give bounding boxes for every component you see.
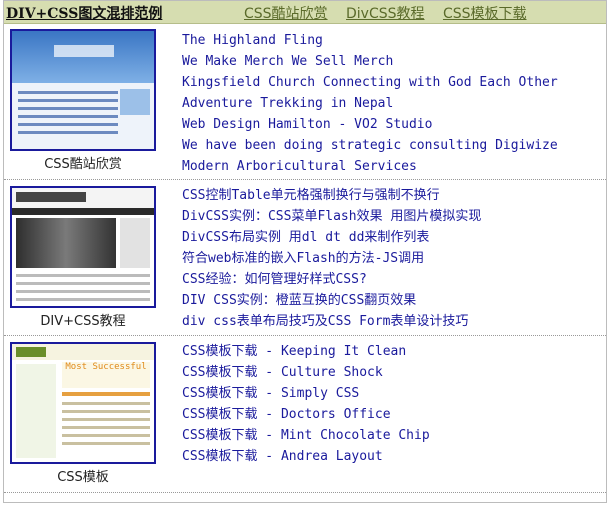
section-divcss-tutorial: DIV+CSS教程 CSS控制Table单元格强制换行与强制不换行 DivCSS… (4, 180, 606, 336)
link-list: CSS控制Table单元格强制换行与强制不换行 DivCSS实例：CSS菜单Fl… (182, 185, 481, 332)
site-title[interactable]: DIV+CSS图文混排范例 (6, 3, 162, 23)
thumb-caption[interactable]: DIV+CSS教程 (10, 310, 156, 329)
article-link[interactable]: CSS模板下载 - Keeping It Clean (182, 344, 406, 359)
article-link[interactable]: Adventure Trekking in Nepal (182, 96, 393, 111)
article-link[interactable]: CSS模板下载 - Simply CSS (182, 386, 359, 401)
link-list: CSS模板下载 - Keeping It Clean CSS模板下载 - Cul… (182, 341, 430, 467)
link-list: The Highland Fling We Make Merch We Sell… (182, 30, 558, 177)
article-link[interactable]: Modern Arboricultural Services (182, 159, 417, 174)
article-link[interactable]: CSS模板下载 - Doctors Office (182, 407, 391, 422)
thumb-box: Most Successful CSS模板 (10, 342, 156, 485)
article-link[interactable]: We have been doing strategic consulting … (182, 138, 558, 153)
list-item: DIV CSS实例：橙蓝互换的CSS翻页效果 (182, 290, 481, 311)
list-item: CSS控制Table单元格强制换行与强制不换行 (182, 185, 481, 206)
list-item: Modern Arboricultural Services (182, 156, 558, 177)
article-link[interactable]: Kingsfield Church Connecting with God Ea… (182, 75, 558, 90)
article-link[interactable]: The Highland Fling (182, 33, 323, 48)
top-nav: CSS酷站欣赏 DivCSS教程 CSS模板下载 (244, 3, 537, 23)
list-item: We Make Merch We Sell Merch (182, 51, 558, 72)
article-link[interactable]: CSS模板下载 - Culture Shock (182, 365, 383, 380)
list-item: CSS模板下载 - Keeping It Clean (182, 341, 430, 362)
article-link[interactable]: 符合web标准的嵌入Flash的方法-JS调用 (182, 251, 424, 266)
header-bar: DIV+CSS图文混排范例 CSS酷站欣赏 DivCSS教程 CSS模板下载 (4, 1, 606, 24)
list-item: 符合web标准的嵌入Flash的方法-JS调用 (182, 248, 481, 269)
thumbnail-css-templates[interactable]: Most Successful (10, 342, 156, 464)
article-link[interactable]: CSS模板下载 - Andrea Layout (182, 449, 383, 464)
list-item: CSS模板下载 - Andrea Layout (182, 446, 430, 467)
article-link[interactable]: div css表单布局技巧及CSS Form表单设计技巧 (182, 314, 468, 329)
list-item: Web Design Hamilton - VO2 Studio (182, 114, 558, 135)
list-item: CSS模板下载 - Mint Chocolate Chip (182, 425, 430, 446)
list-item: CSS模板下载 - Simply CSS (182, 383, 430, 404)
thumbnail-css-showcase[interactable] (10, 29, 156, 151)
article-link[interactable]: CSS模板下载 - Mint Chocolate Chip (182, 428, 430, 443)
thumb-caption[interactable]: CSS模板 (10, 466, 156, 485)
section-css-templates: Most Successful CSS模板 CSS模板下载 - Keeping … (4, 336, 606, 493)
thumbnail-divcss-tutorial[interactable] (10, 186, 156, 308)
nav-css-showcase[interactable]: CSS酷站欣赏 (244, 6, 328, 22)
thumb-caption[interactable]: CSS酷站欣赏 (10, 153, 156, 172)
list-item: Adventure Trekking in Nepal (182, 93, 558, 114)
thumb-headline: Most Successful (62, 362, 150, 388)
list-item: The Highland Fling (182, 30, 558, 51)
article-link[interactable]: DIV CSS实例：橙蓝互换的CSS翻页效果 (182, 293, 416, 308)
thumb-box: CSS酷站欣赏 (10, 29, 156, 172)
nav-css-templates[interactable]: CSS模板下载 (443, 6, 527, 22)
list-item: CSS模板下载 - Culture Shock (182, 362, 430, 383)
list-item: We have been doing strategic consulting … (182, 135, 558, 156)
section-css-showcase: CSS酷站欣赏 The Highland Fling We Make Merch… (4, 24, 606, 180)
thumb-box: DIV+CSS教程 (10, 186, 156, 329)
list-item: CSS模板下载 - Doctors Office (182, 404, 430, 425)
article-link[interactable]: DivCSS实例：CSS菜单Flash效果 用图片模拟实现 (182, 209, 481, 224)
nav-divcss-tutorial[interactable]: DivCSS教程 (346, 6, 425, 22)
list-item: Kingsfield Church Connecting with God Ea… (182, 72, 558, 93)
page-frame: DIV+CSS图文混排范例 CSS酷站欣赏 DivCSS教程 CSS模板下载 C… (3, 0, 607, 503)
list-item: DivCSS布局实例 用dl dt dd来制作列表 (182, 227, 481, 248)
article-link[interactable]: CSS控制Table单元格强制换行与强制不换行 (182, 188, 440, 203)
article-link[interactable]: CSS经验：如何管理好样式CSS? (182, 272, 367, 287)
list-item: div css表单布局技巧及CSS Form表单设计技巧 (182, 311, 481, 332)
list-item: DivCSS实例：CSS菜单Flash效果 用图片模拟实现 (182, 206, 481, 227)
article-link[interactable]: Web Design Hamilton - VO2 Studio (182, 117, 432, 132)
article-link[interactable]: DivCSS布局实例 用dl dt dd来制作列表 (182, 230, 429, 245)
article-link[interactable]: We Make Merch We Sell Merch (182, 54, 393, 69)
list-item: CSS经验：如何管理好样式CSS? (182, 269, 481, 290)
